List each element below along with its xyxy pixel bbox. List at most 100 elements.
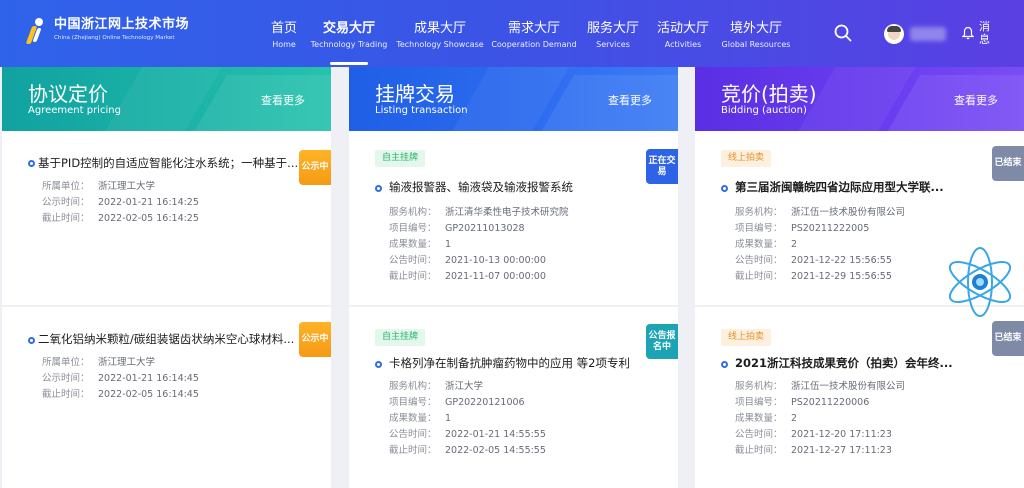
field-row: 公示时间： 2022-01-21 16:14:25 xyxy=(42,195,199,211)
list-item[interactable]: 自主挂牌 正在交易 输液报警器、输液袋及输液报警系统 服务机构： 浙江清华柔性电子… xyxy=(349,131,678,305)
field-row: 服务机构： 浙江大学 xyxy=(389,379,546,395)
nav-sublabel: Global Resources xyxy=(721,40,791,49)
column-listing-transaction: 挂牌交易 Listing transaction 查看更多 自主挂牌 正在交易 … xyxy=(349,67,678,488)
atom-icon[interactable] xyxy=(940,242,1020,322)
nav-sublabel: Services xyxy=(596,40,630,49)
field-key: 成果数量： xyxy=(389,239,437,250)
field-row: 公告时间： 2021-12-20 17:11:23 xyxy=(735,427,905,443)
column-title: 竞价(拍卖) xyxy=(721,82,817,106)
nav-global[interactable]: 境外大厅 Global Resources xyxy=(720,0,792,67)
item-title[interactable]: 基于PID控制的自适应智能化注水系统；一种基于... xyxy=(38,155,306,171)
bell-icon[interactable] xyxy=(962,26,974,40)
bullet-icon xyxy=(721,361,728,368)
field-key: 公告时间： xyxy=(389,255,437,266)
item-fields: 所属单位： 浙江理工大学 公示时间： 2022-01-21 16:14:45 截止时… xyxy=(42,355,199,403)
field-row: 成果数量： 1 xyxy=(389,411,546,427)
status-badge: 公告报名中 xyxy=(646,324,678,359)
column-title: 挂牌交易 xyxy=(375,82,455,106)
nav-active-indicator xyxy=(330,62,368,65)
bullet-icon xyxy=(721,185,728,192)
field-key: 公告时间： xyxy=(389,429,437,440)
listing-tag: 自主挂牌 xyxy=(375,329,426,346)
status-badge: 公示中 xyxy=(299,322,331,357)
field-value: 浙江清华柔性电子技术研究院 xyxy=(445,207,569,218)
site-logo[interactable]: 中国浙江网上技术市场 China (Zhejiang) Online Techn… xyxy=(25,16,190,46)
field-key: 公示时间： xyxy=(42,373,90,384)
field-row: 服务机构： 浙江伍一技术股份有限公司 xyxy=(735,205,905,221)
auction-tag: 线上拍卖 xyxy=(721,150,772,167)
field-key: 项目编号： xyxy=(389,397,437,408)
nav-services[interactable]: 服务大厅 Services xyxy=(584,0,642,67)
column-title: 协议定价 xyxy=(28,82,108,106)
username-redacted[interactable] xyxy=(910,27,946,41)
view-more-link[interactable]: 查看更多 xyxy=(954,92,998,108)
field-row: 截止时间： 2022-02-05 16:14:25 xyxy=(42,211,199,227)
column-bidding-auction: 竞价(拍卖) Bidding (auction) 查看更多 线上拍卖 已结束 第… xyxy=(695,67,1024,488)
field-row: 截止时间： 2021-12-29 15:56:55 xyxy=(735,269,905,285)
status-badge: 已结束 xyxy=(992,321,1024,356)
nav-label: 首页 xyxy=(270,21,298,36)
field-key: 服务机构： xyxy=(389,381,437,392)
column-header: 竞价(拍卖) Bidding (auction) 查看更多 xyxy=(695,67,1024,131)
item-title[interactable]: 输液报警器、输液袋及输液报警系统 xyxy=(389,179,639,195)
field-row: 公告时间： 2021-12-22 15:56:55 xyxy=(735,253,905,269)
bullet-icon xyxy=(28,337,35,344)
logo-icon xyxy=(25,16,48,46)
field-row: 截止时间： 2021-12-27 17:11:23 xyxy=(735,443,905,459)
field-row: 项目编号： GP20211013028 xyxy=(389,221,569,237)
view-more-link[interactable]: 查看更多 xyxy=(261,92,305,108)
nav-trading[interactable]: 交易大厅 Technology Trading xyxy=(311,0,387,67)
nav-sublabel: Activities xyxy=(664,40,702,49)
listing-tag: 自主挂牌 xyxy=(375,150,426,167)
bullet-icon xyxy=(375,185,382,192)
field-key: 服务机构： xyxy=(389,207,437,218)
field-value: 2 xyxy=(791,239,798,250)
field-key: 成果数量： xyxy=(735,239,783,250)
logo-title: 中国浙江网上技术市场 xyxy=(54,17,190,32)
item-title[interactable]: 第三届浙闽赣皖四省边际应用型大学联... xyxy=(735,179,955,195)
field-row: 项目编号： GP20220121006 xyxy=(389,395,546,411)
field-row: 截止时间： 2022-02-05 16:14:45 xyxy=(42,387,199,403)
field-key: 服务机构： xyxy=(735,207,783,218)
field-value: GP20220121006 xyxy=(445,397,525,408)
nav-label: 活动大厅 xyxy=(656,21,710,36)
messages-link[interactable]: 消息 xyxy=(979,20,993,46)
field-value: 2022-02-05 14:55:55 xyxy=(445,445,546,456)
field-key: 项目编号： xyxy=(735,223,783,234)
field-value: 2021-12-27 17:11:23 xyxy=(791,445,892,456)
item-title[interactable]: 卡格列净在制备抗肿瘤药物中的应用 等2项专利 xyxy=(389,355,649,371)
avatar[interactable] xyxy=(884,24,904,44)
field-key: 成果数量： xyxy=(735,413,783,424)
field-value: 浙江大学 xyxy=(445,381,484,392)
field-value: 浙江伍一技术股份有限公司 xyxy=(791,207,906,218)
list-item[interactable]: 自主挂牌 公告报名中 卡格列净在制备抗肿瘤药物中的应用 等2项专利 服务机构： 浙… xyxy=(349,307,678,488)
item-fields: 所属单位： 浙江理工大学 公示时间： 2022-01-21 16:14:25 截止时… xyxy=(42,179,199,227)
view-more-link[interactable]: 查看更多 xyxy=(608,92,652,108)
nav-sublabel: Technology Showcase xyxy=(396,40,484,49)
field-value: 2021-10-13 00:00:00 xyxy=(445,255,546,266)
nav-demand[interactable]: 需求大厅 Cooperation Demand xyxy=(491,0,576,67)
field-value: 2 xyxy=(791,413,798,424)
column-header: 挂牌交易 Listing transaction 查看更多 xyxy=(349,67,678,131)
nav-home[interactable]: 首页 Home xyxy=(258,0,310,67)
field-value: 1 xyxy=(445,413,452,424)
item-title[interactable]: 二氧化铝纳米颗粒/碳组装锯齿状纳米空心球材料... xyxy=(38,331,306,347)
item-title[interactable]: 2021浙江科技成果竞价（拍卖）会年终... xyxy=(735,355,955,371)
nav-activities[interactable]: 活动大厅 Activities xyxy=(654,0,712,67)
field-value: 浙江理工大学 xyxy=(98,357,156,368)
list-item[interactable]: 二氧化铝纳米颗粒/碳组装锯齿状纳米空心球材料... 公示中 所属单位： 浙江理工大… xyxy=(2,307,331,488)
nav-showcase[interactable]: 成果大厅 Technology Showcase xyxy=(396,0,484,67)
search-icon[interactable] xyxy=(834,24,852,42)
field-value: GP20211013028 xyxy=(445,223,525,234)
nav-label: 成果大厅 xyxy=(413,21,467,36)
list-item[interactable]: 线上拍卖 已结束 2021浙江科技成果竞价（拍卖）会年终... 服务机构： 浙江伍… xyxy=(695,307,1024,488)
field-key: 公告时间： xyxy=(735,255,783,266)
column-header: 协议定价 Agreement pricing 查看更多 xyxy=(2,67,331,131)
field-row: 截止时间： 2021-11-07 00:00:00 xyxy=(389,269,569,285)
field-row: 公告时间： 2022-01-21 14:55:55 xyxy=(389,427,546,443)
bullet-icon xyxy=(28,160,35,167)
list-item[interactable]: 基于PID控制的自适应智能化注水系统；一种基于... 公示中 所属单位： 浙江理工… xyxy=(2,131,331,305)
field-value: 2022-01-21 16:14:45 xyxy=(98,373,199,384)
field-key: 所属单位： xyxy=(42,181,90,192)
item-fields: 服务机构： 浙江伍一技术股份有限公司 项目编号： PS20211220006 成果数… xyxy=(735,379,905,459)
